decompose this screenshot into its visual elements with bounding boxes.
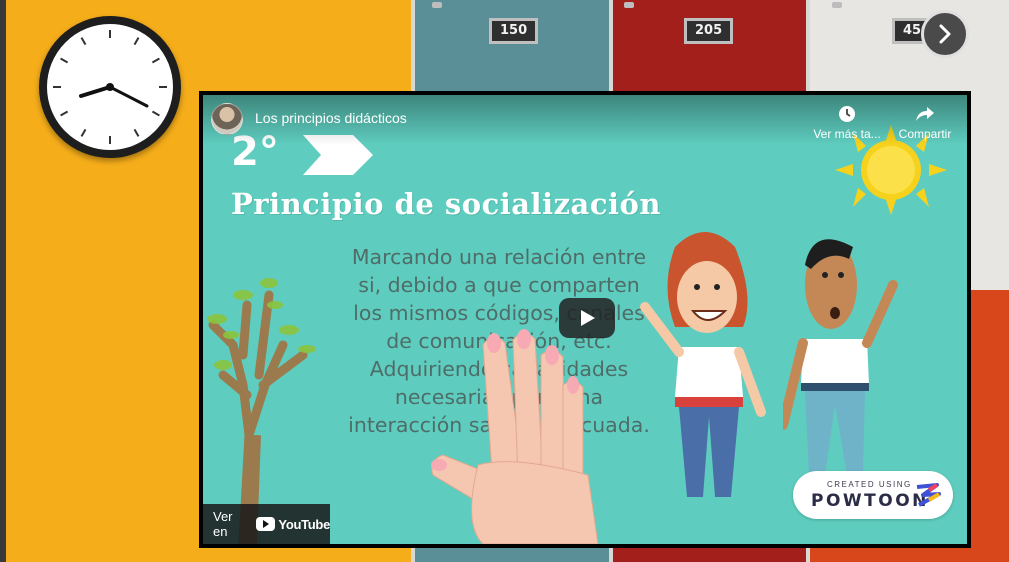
hand-illustration bbox=[431, 329, 599, 544]
share-label: Compartir bbox=[898, 127, 952, 141]
door-number-plate: 205 bbox=[684, 18, 734, 44]
chevron-right-icon bbox=[939, 24, 951, 44]
play-button[interactable] bbox=[559, 298, 615, 338]
door-hinge bbox=[432, 2, 442, 8]
tree-illustration bbox=[207, 278, 316, 544]
youtube-logo: YouTube bbox=[256, 517, 330, 532]
watch-on-youtube-button[interactable]: Ver en YouTube bbox=[203, 504, 330, 544]
youtube-play-icon bbox=[256, 517, 276, 531]
powtoon-created-using: CREATED USING bbox=[827, 480, 912, 489]
man-character bbox=[783, 239, 898, 475]
door-hinge bbox=[832, 2, 842, 8]
watch-later-label: Ver más ta... bbox=[813, 127, 881, 141]
door-hinge bbox=[624, 2, 634, 8]
share-button[interactable]: Compartir bbox=[889, 105, 961, 141]
video-title[interactable]: Los principios didácticos bbox=[255, 110, 407, 126]
slide-body-line: si, debido a que comparten bbox=[358, 273, 640, 297]
powtoon-brand: POWTOON bbox=[811, 491, 929, 511]
next-slide-button[interactable] bbox=[921, 10, 969, 58]
video-frame[interactable]: 2° Principio de socialización Marcando u… bbox=[203, 95, 967, 544]
share-arrow-icon bbox=[916, 107, 934, 121]
slide-body-line: los mismos códigos, canales bbox=[353, 301, 645, 325]
wall-clock-icon bbox=[39, 16, 181, 158]
channel-avatar[interactable] bbox=[211, 103, 243, 135]
youtube-embed-player[interactable]: 2° Principio de socialización Marcando u… bbox=[199, 91, 971, 548]
play-icon bbox=[581, 310, 595, 326]
watch-later-button[interactable]: Ver más ta... bbox=[811, 105, 883, 141]
slide-heading: Principio de socialización bbox=[231, 187, 661, 221]
powtoon-watermark[interactable]: CREATED USING POWTOON bbox=[793, 471, 953, 519]
slide-body-line: Marcando una relación entre bbox=[351, 245, 647, 269]
clock-icon bbox=[839, 106, 855, 122]
powtoon-logo-icon bbox=[916, 483, 941, 507]
woman-character bbox=[640, 232, 766, 497]
door-number-plate: 150 bbox=[489, 18, 539, 44]
youtube-logo-text: YouTube bbox=[278, 516, 330, 532]
watch-on-label: Ver en bbox=[213, 509, 233, 539]
